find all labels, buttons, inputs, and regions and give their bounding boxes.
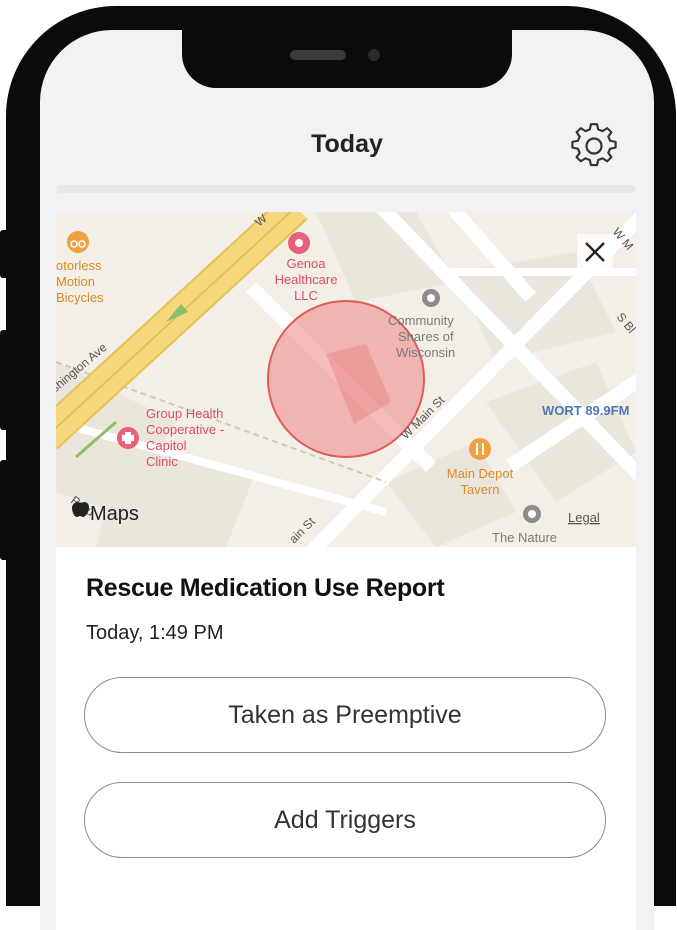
svg-text:Clinic: Clinic (146, 454, 178, 469)
svg-text:Tavern: Tavern (460, 482, 499, 497)
phone-frame: Today Genoa Healthcare LLC otorless Moti… (0, 0, 677, 930)
map-label-motorless: otorless (56, 258, 102, 273)
svg-text:Shares of: Shares of (398, 329, 454, 344)
location-map[interactable]: Genoa Healthcare LLC otorless Motion Bic… (56, 212, 636, 547)
phone-notch (182, 30, 512, 88)
page-title: Today (311, 130, 383, 158)
map-label-group-health: Group Health (146, 406, 223, 421)
bicycle-icon (67, 231, 89, 253)
poi-dot-icon (422, 289, 440, 307)
report-timestamp: Today, 1:49 PM (86, 622, 224, 644)
poi-dot-icon (523, 505, 541, 523)
map-label-main-depot: Main Depot (447, 466, 514, 481)
gear-icon[interactable] (570, 122, 618, 170)
front-camera (368, 49, 380, 61)
side-button-mute (0, 230, 10, 278)
section-divider (56, 185, 636, 193)
svg-text:Maps: Maps (90, 503, 139, 525)
svg-text:Bicycles: Bicycles (56, 290, 104, 305)
close-icon[interactable] (577, 234, 613, 270)
svg-text:Cooperative -: Cooperative - (146, 422, 224, 437)
report-card: Genoa Healthcare LLC otorless Motion Bic… (56, 212, 636, 930)
side-button-volume-up (0, 330, 10, 430)
side-button-volume-down (0, 460, 10, 560)
medical-icon (117, 427, 139, 449)
map-label-community: Community (388, 313, 454, 328)
pin-icon (288, 232, 310, 254)
speaker-grille (290, 50, 346, 60)
map-label-nature: The Nature (492, 530, 557, 545)
map-label-wort: WORT 89.9FM (542, 403, 629, 418)
svg-text:Motion: Motion (56, 274, 95, 289)
report-title: Rescue Medication Use Report (86, 574, 445, 602)
food-icon (469, 438, 491, 460)
map-label-genoa: Genoa (286, 256, 326, 271)
svg-text:LLC: LLC (294, 288, 318, 303)
svg-text:Healthcare: Healthcare (275, 272, 338, 287)
add-triggers-button[interactable]: Add Triggers (84, 782, 606, 858)
svg-text:Wisconsin: Wisconsin (396, 345, 455, 360)
app-screen: Today Genoa Healthcare LLC otorless Moti… (40, 30, 654, 930)
nav-bar: Today (40, 120, 654, 180)
svg-text:Capitol: Capitol (146, 438, 187, 453)
taken-as-preemptive-button[interactable]: Taken as Preemptive (84, 677, 606, 753)
legal-link[interactable]: Legal (568, 510, 600, 525)
